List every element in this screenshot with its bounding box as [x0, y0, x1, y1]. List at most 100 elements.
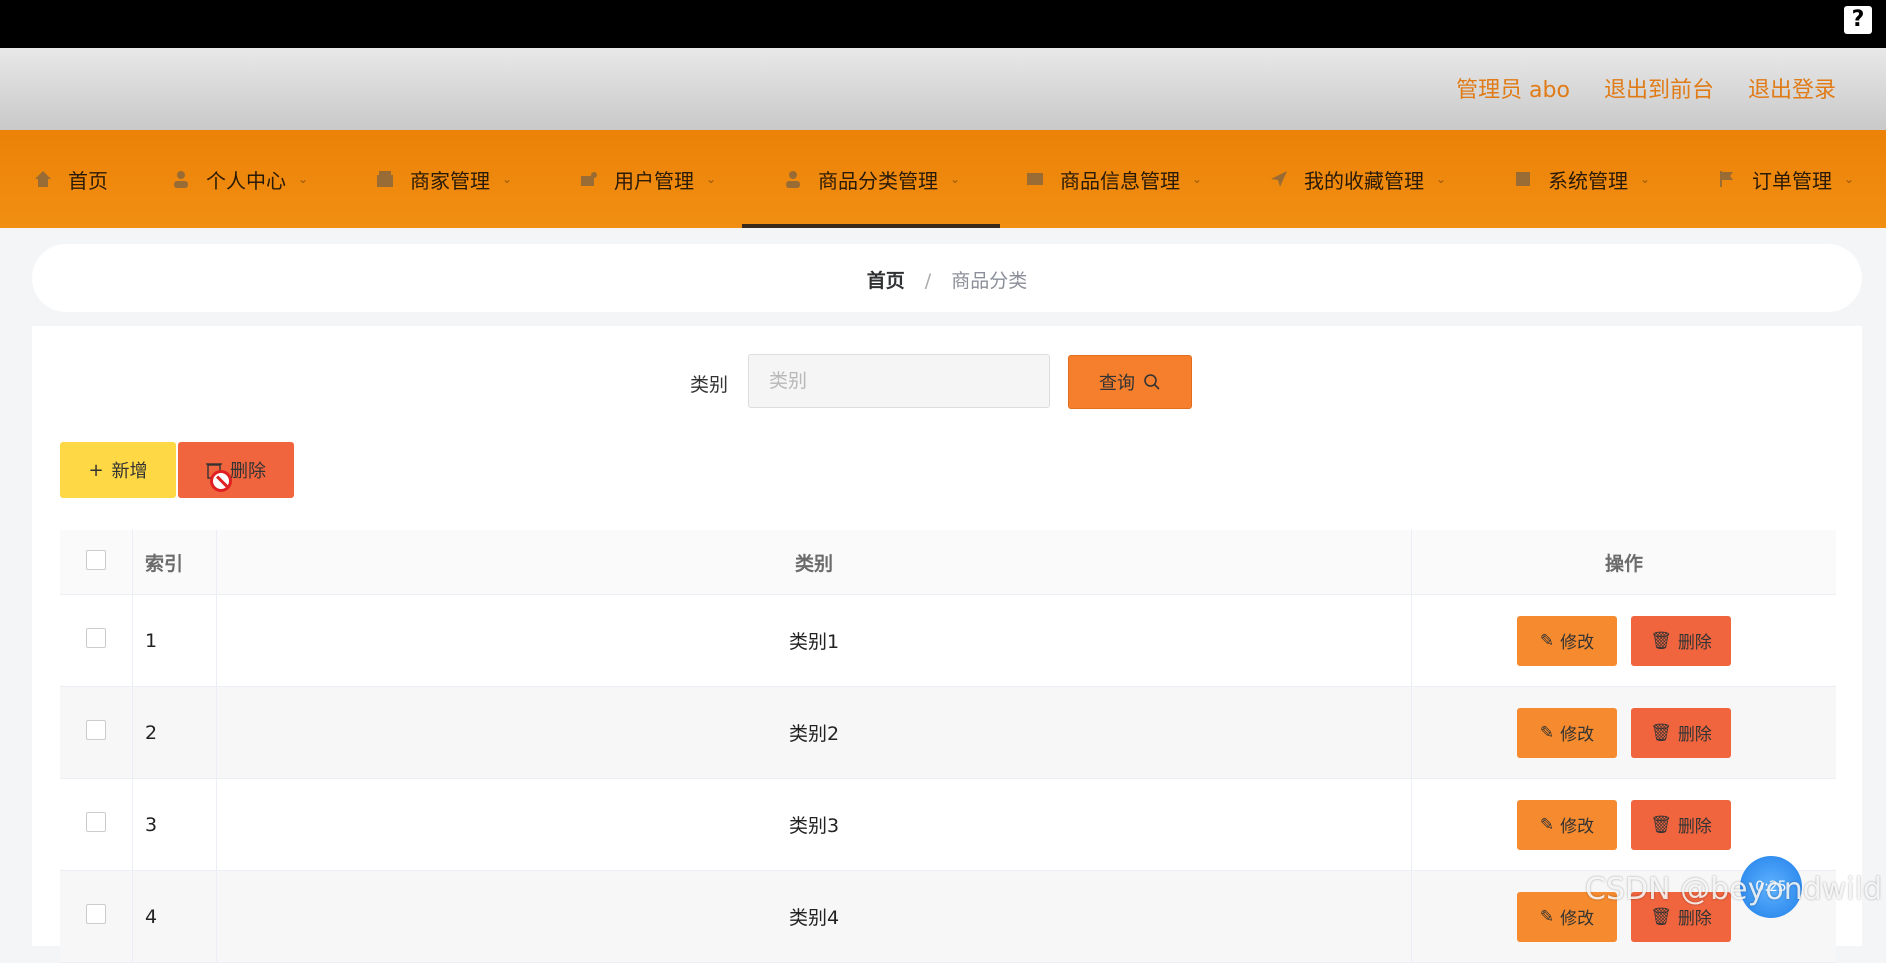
- search-icon: [1144, 374, 1160, 390]
- nav-item-label: 系统管理: [1548, 168, 1628, 193]
- nav-item-label: 个人中心: [206, 168, 286, 193]
- add-button[interactable]: + 新增: [60, 442, 176, 498]
- row-checkbox-cell: [60, 686, 133, 779]
- row-operations: ✎ 修改 🗑 删除: [1411, 594, 1836, 687]
- nav-item-personal-center[interactable]: 个人中心 ⌄: [170, 130, 308, 228]
- card-icon: [1027, 173, 1043, 185]
- help-icon[interactable]: ?: [1844, 6, 1872, 34]
- trash-icon: 🗑: [1650, 630, 1672, 651]
- header-category: 类别: [216, 530, 1412, 595]
- nav-item-orders[interactable]: 订单管理 ⌄: [1716, 130, 1854, 228]
- row-category: 类别1: [216, 594, 1412, 687]
- header: 管理员 abo 退出到前台 退出登录: [0, 48, 1886, 130]
- nav-item-label: 商品分类管理: [818, 168, 938, 193]
- nav-item-system[interactable]: 系统管理 ⌄: [1512, 130, 1650, 228]
- row-checkbox-cell: [60, 870, 133, 963]
- send-icon: [1271, 171, 1287, 187]
- row-checkbox[interactable]: [86, 904, 106, 924]
- nav-item-merchant[interactable]: 商家管理 ⌄: [374, 130, 512, 228]
- row-checkbox[interactable]: [86, 628, 106, 648]
- chevron-down-icon: ⌄: [1844, 172, 1855, 186]
- chevron-down-icon: ⌄: [950, 172, 961, 186]
- edit-button[interactable]: ✎ 修改: [1516, 799, 1617, 850]
- nav-item-label: 商家管理: [410, 168, 490, 193]
- breadcrumb-card: 首页 / 商品分类: [32, 244, 1862, 312]
- header-operations: 操作: [1411, 530, 1836, 595]
- row-category: 类别2: [216, 686, 1412, 779]
- nav-item-users[interactable]: 用户管理 ⌄: [578, 130, 716, 228]
- row-checkbox[interactable]: [86, 812, 106, 832]
- breadcrumb-current: 商品分类: [951, 270, 1028, 292]
- nav-item-label: 商品信息管理: [1060, 168, 1180, 193]
- table-header-row: 索引 类别 操作: [60, 530, 1836, 595]
- row-operations: ✎ 修改 🗑 删除: [1411, 686, 1836, 779]
- nav-item-label: 我的收藏管理: [1304, 168, 1424, 193]
- row-category: 类别3: [216, 778, 1412, 871]
- users-icon: [581, 172, 597, 186]
- table-row: 3 类别3 ✎ 修改 🗑 删除: [60, 778, 1836, 871]
- add-button-label: 新增: [111, 461, 148, 482]
- row-index: 1: [132, 594, 217, 687]
- table-row: 4 类别4 ✎ 修改 🗑 删除: [60, 870, 1836, 963]
- row-checkbox-cell: [60, 594, 133, 687]
- trash-icon: 🗑: [1650, 722, 1672, 743]
- trash-icon: 🗑: [1650, 814, 1672, 835]
- table-row: 1 类别1 ✎ 修改 🗑 删除: [60, 594, 1836, 687]
- user-icon: [174, 171, 188, 188]
- row-checkbox[interactable]: [86, 720, 106, 740]
- plus-icon: +: [88, 459, 104, 481]
- delete-button[interactable]: 🗑 删除: [1631, 799, 1732, 850]
- breadcrumb-home[interactable]: 首页: [867, 270, 905, 292]
- batch-delete-label: 删除: [230, 461, 266, 482]
- home-icon: [35, 171, 51, 187]
- logout-link[interactable]: 退出登录: [1748, 72, 1836, 104]
- chevron-down-icon: ⌄: [1640, 172, 1651, 186]
- delete-label: 删除: [1677, 909, 1712, 929]
- nav-item-home[interactable]: 首页: [32, 130, 108, 228]
- nav-item-label: 订单管理: [1752, 168, 1832, 193]
- user-icon: [786, 171, 800, 188]
- edit-label: 修改: [1560, 909, 1595, 929]
- row-checkbox-cell: [60, 778, 133, 871]
- edit-icon: ✎: [1539, 630, 1555, 651]
- select-all-cell: [60, 530, 133, 595]
- chevron-down-icon: ⌄: [298, 172, 309, 186]
- edit-label: 修改: [1560, 633, 1595, 653]
- nav-item-label: 用户管理: [614, 168, 694, 193]
- chevron-down-icon: ⌄: [1192, 172, 1203, 186]
- chevron-down-icon: ⌄: [706, 172, 717, 186]
- category-search-input[interactable]: [748, 354, 1050, 408]
- delete-label: 删除: [1677, 633, 1712, 653]
- search-label: 类别: [690, 374, 729, 396]
- chevron-down-icon: ⌄: [1436, 172, 1447, 186]
- edit-label: 修改: [1560, 725, 1595, 745]
- batch-delete-button[interactable]: 删除: [178, 442, 294, 498]
- header-index: 索引: [132, 530, 217, 595]
- nav-item-product-info[interactable]: 商品信息管理 ⌄: [1024, 130, 1202, 228]
- watermark: CSDN @beyondwild: [1585, 872, 1882, 907]
- delete-button[interactable]: 🗑 删除: [1631, 707, 1732, 758]
- edit-button[interactable]: ✎ 修改: [1516, 615, 1617, 666]
- chevron-down-icon: ⌄: [502, 172, 513, 186]
- row-category: 类别4: [216, 870, 1412, 963]
- admin-user-link[interactable]: 管理员 abo: [1456, 72, 1570, 104]
- delete-button[interactable]: 🗑 删除: [1631, 615, 1732, 666]
- nav-item-label: 首页: [68, 168, 108, 193]
- breadcrumb: 首页 / 商品分类: [32, 266, 1862, 293]
- delete-label: 删除: [1677, 725, 1712, 745]
- edit-button[interactable]: ✎ 修改: [1516, 707, 1617, 758]
- nav-item-favorites[interactable]: 我的收藏管理 ⌄: [1268, 130, 1446, 228]
- settings-icon: [1516, 172, 1530, 186]
- query-button-label: 查询: [1099, 373, 1135, 394]
- nav-item-category[interactable]: 商品分类管理 ⌄: [741, 130, 1001, 228]
- edit-icon: ✎: [1539, 906, 1555, 927]
- trash-icon: 🗑: [1650, 906, 1672, 927]
- query-button[interactable]: 查询: [1068, 355, 1192, 409]
- exit-to-front-link[interactable]: 退出到前台: [1604, 72, 1714, 104]
- select-all-checkbox[interactable]: [86, 549, 106, 570]
- top-black-bar: ?: [0, 0, 1886, 48]
- table-row: 2 类别2 ✎ 修改 🗑 删除: [60, 686, 1836, 779]
- flag-icon: [1720, 171, 1733, 187]
- delete-label: 删除: [1677, 817, 1712, 837]
- edit-icon: ✎: [1539, 722, 1555, 743]
